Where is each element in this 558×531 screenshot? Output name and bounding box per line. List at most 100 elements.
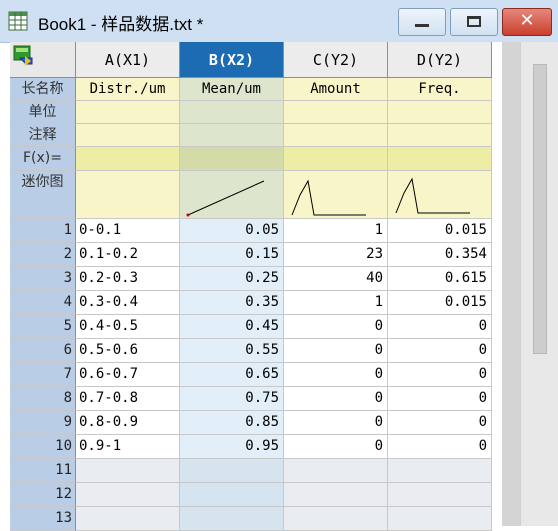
comments-cell-b[interactable] xyxy=(180,124,284,147)
cell-distr[interactable]: 0.8-0.9 xyxy=(76,411,180,435)
cell-distr[interactable]: 0.3-0.4 xyxy=(76,291,180,315)
units-cell-d[interactable] xyxy=(388,101,492,124)
empty-cell[interactable] xyxy=(388,507,492,531)
cell-mean[interactable]: 0.05 xyxy=(180,219,284,243)
row-number[interactable]: 1 xyxy=(10,219,76,243)
empty-cell[interactable] xyxy=(284,459,388,483)
long-name-cell-c[interactable]: Amount xyxy=(284,78,388,101)
vertical-scrollbar[interactable] xyxy=(520,42,558,526)
cell-amount[interactable]: 1 xyxy=(284,219,388,243)
row-number[interactable]: 7 xyxy=(10,363,76,387)
row-number[interactable]: 12 xyxy=(10,483,76,507)
units-cell-b[interactable] xyxy=(180,101,284,124)
cell-distr[interactable]: 0.4-0.5 xyxy=(76,315,180,339)
formula-cell-b[interactable] xyxy=(180,147,284,171)
cell-amount[interactable]: 0 xyxy=(284,315,388,339)
row-number[interactable]: 13 xyxy=(10,507,76,531)
cell-amount[interactable]: 23 xyxy=(284,243,388,267)
cell-amount[interactable]: 0 xyxy=(284,435,388,459)
maximize-button[interactable] xyxy=(450,8,498,36)
long-name-cell-a[interactable]: Distr./um xyxy=(76,78,180,101)
row-number[interactable]: 5 xyxy=(10,315,76,339)
empty-cell[interactable] xyxy=(284,483,388,507)
units-cell-c[interactable] xyxy=(284,101,388,124)
empty-cell[interactable] xyxy=(76,483,180,507)
row-label-units[interactable]: 单位 xyxy=(10,101,76,124)
empty-cell[interactable] xyxy=(76,507,180,531)
cell-freq[interactable]: 0 xyxy=(388,411,492,435)
row-number[interactable]: 8 xyxy=(10,387,76,411)
cell-mean[interactable]: 0.95 xyxy=(180,435,284,459)
cell-freq[interactable]: 0 xyxy=(388,435,492,459)
cell-freq[interactable]: 0 xyxy=(388,387,492,411)
empty-cell[interactable] xyxy=(284,507,388,531)
empty-cell[interactable] xyxy=(76,459,180,483)
cell-mean[interactable]: 0.25 xyxy=(180,267,284,291)
sparkline-cell-c[interactable] xyxy=(284,171,388,219)
formula-cell-d[interactable] xyxy=(388,147,492,171)
cell-amount[interactable]: 0 xyxy=(284,411,388,435)
cell-mean[interactable]: 0.15 xyxy=(180,243,284,267)
row-number[interactable]: 10 xyxy=(10,435,76,459)
units-cell-a[interactable] xyxy=(76,101,180,124)
row-number[interactable]: 6 xyxy=(10,339,76,363)
cell-mean[interactable]: 0.75 xyxy=(180,387,284,411)
cell-distr[interactable]: 0.7-0.8 xyxy=(76,387,180,411)
row-label-formula[interactable]: F(x)= xyxy=(10,147,76,171)
cell-distr[interactable]: 0.9-1 xyxy=(76,435,180,459)
row-number[interactable]: 2 xyxy=(10,243,76,267)
empty-cell[interactable] xyxy=(388,483,492,507)
row-label-comments[interactable]: 注释 xyxy=(10,124,76,147)
cell-mean[interactable]: 0.85 xyxy=(180,411,284,435)
column-header-d[interactable]: D(Y2) xyxy=(388,42,492,78)
cell-distr[interactable]: 0.2-0.3 xyxy=(76,267,180,291)
row-label-long-name[interactable]: 长名称 xyxy=(10,78,76,101)
cell-distr[interactable]: 0.6-0.7 xyxy=(76,363,180,387)
scrollbar-thumb[interactable] xyxy=(533,64,547,354)
cell-mean[interactable]: 0.65 xyxy=(180,363,284,387)
sheet-corner[interactable] xyxy=(10,42,76,78)
empty-cell[interactable] xyxy=(180,507,284,531)
cell-mean[interactable]: 0.35 xyxy=(180,291,284,315)
empty-cell[interactable] xyxy=(180,483,284,507)
row-label-sparkline[interactable]: 迷你图 xyxy=(10,171,76,219)
cell-freq[interactable]: 0.015 xyxy=(388,291,492,315)
minimize-button[interactable] xyxy=(398,8,446,36)
cell-freq[interactable]: 0 xyxy=(388,363,492,387)
cell-distr[interactable]: 0-0.1 xyxy=(76,219,180,243)
sparkline-cell-a[interactable] xyxy=(76,171,180,219)
cell-amount[interactable]: 40 xyxy=(284,267,388,291)
cell-amount[interactable]: 0 xyxy=(284,363,388,387)
cell-amount[interactable]: 1 xyxy=(284,291,388,315)
cell-freq[interactable]: 0.015 xyxy=(388,219,492,243)
long-name-cell-d[interactable]: Freq. xyxy=(388,78,492,101)
comments-cell-d[interactable] xyxy=(388,124,492,147)
cell-freq[interactable]: 0.354 xyxy=(388,243,492,267)
sparkline-cell-d[interactable] xyxy=(388,171,492,219)
cell-freq[interactable]: 0.615 xyxy=(388,267,492,291)
close-button[interactable]: ✕ xyxy=(502,8,552,36)
column-header-c[interactable]: C(Y2) xyxy=(284,42,388,78)
sparkline-cell-b[interactable] xyxy=(180,171,284,219)
empty-cell[interactable] xyxy=(180,459,284,483)
formula-cell-a[interactable] xyxy=(76,147,180,171)
cell-freq[interactable]: 0 xyxy=(388,315,492,339)
row-number[interactable]: 3 xyxy=(10,267,76,291)
row-number[interactable]: 4 xyxy=(10,291,76,315)
row-number[interactable]: 9 xyxy=(10,411,76,435)
cell-mean[interactable]: 0.45 xyxy=(180,315,284,339)
empty-cell[interactable] xyxy=(388,459,492,483)
cell-distr[interactable]: 0.5-0.6 xyxy=(76,339,180,363)
formula-cell-c[interactable] xyxy=(284,147,388,171)
cell-amount[interactable]: 0 xyxy=(284,339,388,363)
column-header-a[interactable]: A(X1) xyxy=(76,42,180,78)
long-name-cell-b[interactable]: Mean/um xyxy=(180,78,284,101)
comments-cell-c[interactable] xyxy=(284,124,388,147)
row-number[interactable]: 11 xyxy=(10,459,76,483)
cell-mean[interactable]: 0.55 xyxy=(180,339,284,363)
column-header-b[interactable]: B(X2) xyxy=(180,42,284,78)
cell-freq[interactable]: 0 xyxy=(388,339,492,363)
comments-cell-a[interactable] xyxy=(76,124,180,147)
cell-distr[interactable]: 0.1-0.2 xyxy=(76,243,180,267)
cell-amount[interactable]: 0 xyxy=(284,387,388,411)
